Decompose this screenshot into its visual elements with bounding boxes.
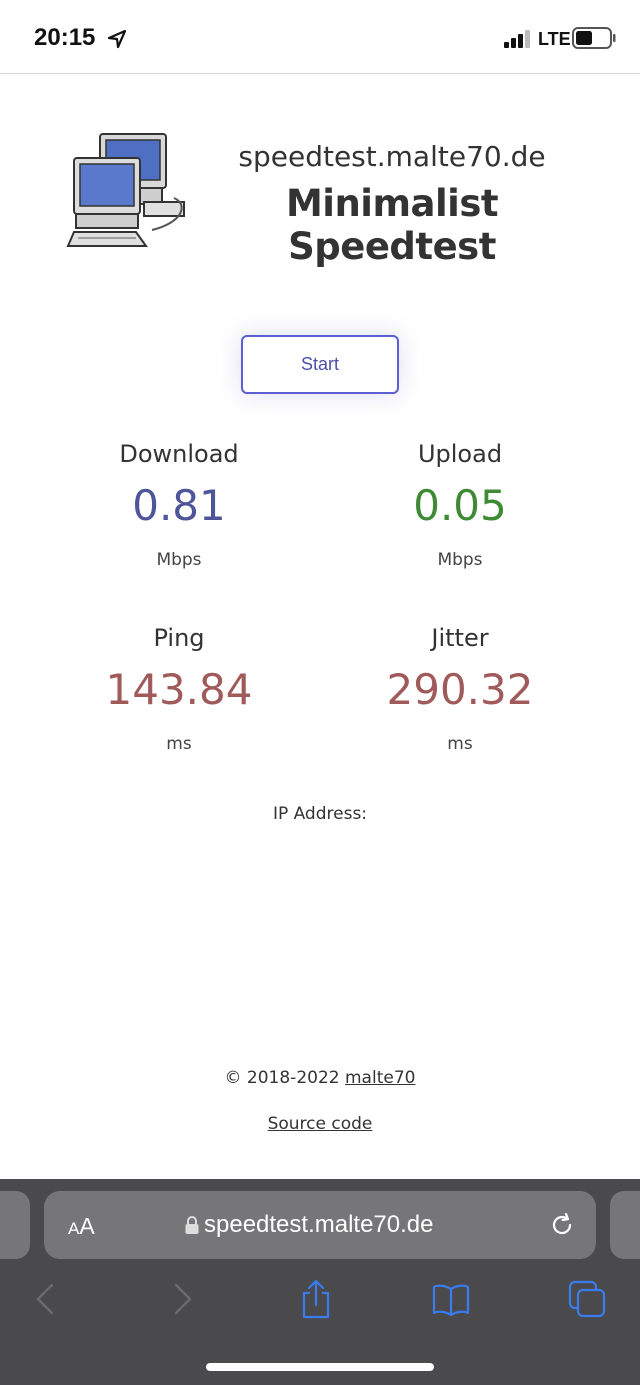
jitter-value: 290.32 bbox=[386, 665, 534, 714]
status-bar: 20:15 LTE bbox=[0, 0, 640, 74]
url-text: speedtest.malte70.de bbox=[204, 1211, 434, 1238]
reload-icon[interactable] bbox=[548, 1211, 576, 1239]
ping-value: 143.84 bbox=[105, 665, 253, 714]
source-code-link[interactable]: Source code bbox=[268, 1114, 373, 1134]
start-button[interactable]: Start bbox=[241, 335, 399, 394]
upload-metric: Upload 0.05 Mbps bbox=[340, 440, 580, 570]
author-link[interactable]: malte70 bbox=[345, 1068, 415, 1088]
download-label: Download bbox=[119, 440, 239, 468]
browser-toolbar: AA speedtest.malte70.de bbox=[0, 1179, 640, 1385]
copyright-text: © 2018-2022 bbox=[224, 1068, 345, 1088]
ping-label: Ping bbox=[153, 624, 205, 652]
jitter-metric: Jitter 290.32 ms bbox=[340, 624, 580, 754]
bookmarks-icon[interactable] bbox=[431, 1279, 471, 1319]
location-arrow-icon bbox=[107, 29, 127, 49]
share-icon[interactable] bbox=[296, 1279, 336, 1319]
jitter-unit: ms bbox=[447, 734, 473, 754]
cellular-signal-icon bbox=[504, 30, 530, 48]
site-domain: speedtest.malte70.de bbox=[238, 140, 546, 173]
home-indicator[interactable] bbox=[206, 1363, 434, 1371]
lock-icon bbox=[185, 1216, 199, 1234]
reader-settings-button[interactable]: AA bbox=[68, 1213, 95, 1240]
next-tab-preview[interactable] bbox=[610, 1191, 640, 1259]
download-unit: Mbps bbox=[156, 550, 202, 570]
download-metric: Download 0.81 Mbps bbox=[59, 440, 299, 570]
clock: 20:15 bbox=[34, 24, 96, 51]
aa-big: A bbox=[79, 1213, 95, 1239]
aa-small: A bbox=[68, 1219, 80, 1238]
source-code-row: Source code bbox=[0, 1114, 640, 1134]
battery-icon bbox=[572, 27, 616, 49]
network-type: LTE bbox=[538, 29, 571, 49]
page-title: Minimalist Speedtest bbox=[285, 182, 499, 268]
network-computers-logo bbox=[66, 133, 185, 247]
tabs-icon[interactable] bbox=[567, 1279, 607, 1319]
ping-unit: ms bbox=[166, 734, 192, 754]
upload-unit: Mbps bbox=[437, 550, 483, 570]
ping-metric: Ping 143.84 ms bbox=[59, 624, 299, 754]
address-bar[interactable]: AA speedtest.malte70.de bbox=[44, 1191, 596, 1259]
back-icon[interactable] bbox=[26, 1279, 66, 1319]
upload-value: 0.05 bbox=[413, 481, 507, 530]
download-value: 0.81 bbox=[132, 481, 226, 530]
forward-icon[interactable] bbox=[162, 1279, 202, 1319]
previous-tab-preview[interactable] bbox=[0, 1191, 30, 1259]
jitter-label: Jitter bbox=[431, 624, 489, 652]
copyright-notice: © 2018-2022 malte70 bbox=[0, 1068, 640, 1088]
upload-label: Upload bbox=[417, 440, 503, 468]
ip-address-label: IP Address: bbox=[272, 804, 368, 824]
